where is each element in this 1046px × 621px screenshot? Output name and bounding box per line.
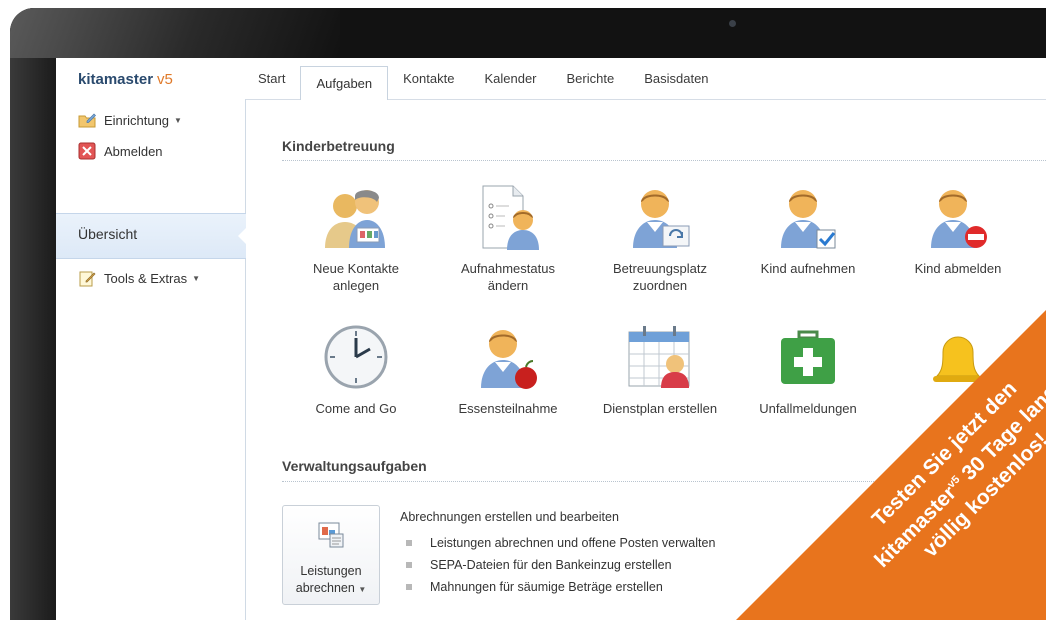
presentation-icon	[318, 522, 344, 548]
billing-task-list: Leistungen abrechnen und offene Posten v…	[400, 532, 715, 598]
chevron-down-icon: ▼	[358, 585, 367, 594]
sidebar-item-logout[interactable]: Abmelden	[78, 140, 163, 162]
sidebar: Einrichtung ▼ Abmelden Übersicht Tools & …	[56, 99, 247, 620]
tab-kontakte[interactable]: Kontakte	[388, 58, 469, 99]
tile-label: Essensteilnahme	[458, 401, 558, 416]
apple-icon	[481, 330, 537, 389]
list-item: Leistungen abrechnen und offene Posten v…	[400, 532, 715, 554]
sidebar-item-label: Abmelden	[104, 143, 163, 159]
assign-place-icon	[633, 190, 690, 248]
sidebar-item-label: Übersicht	[78, 226, 138, 242]
tile-meal-participation[interactable]: Essensteilnahme	[449, 322, 567, 417]
billing-heading: Abrechnungen erstellen und bearbeiten	[400, 510, 619, 524]
sidebar-item-label: Tools & Extras	[104, 270, 188, 286]
sidebar-item-setup[interactable]: Einrichtung ▼	[78, 109, 182, 131]
tile-label: Kind aufnehmen	[760, 261, 856, 276]
bezel-glare	[10, 8, 340, 58]
tile-label: Come and Go	[315, 401, 397, 416]
main-tabs: Start Aufgaben Kontakte Kalender Bericht…	[245, 58, 724, 108]
duty-roster-icon	[628, 326, 690, 388]
list-item: Mahnungen für säumige Beträge erstellen	[400, 576, 715, 598]
tile-deregister-child[interactable]: Kind abmelden	[899, 182, 1017, 277]
logout-icon	[78, 142, 96, 160]
contacts-group-icon	[325, 190, 385, 248]
top-bar: kitamaster v5 Start Aufgaben Kontakte Kal…	[56, 58, 1046, 108]
camera-icon	[729, 20, 736, 27]
bell-icon	[933, 336, 983, 382]
billing-button-label: abrechnen	[295, 581, 355, 595]
list-item: SEPA-Dateien für den Bankeinzug erstelle…	[400, 554, 715, 576]
child-admit-icon	[781, 190, 836, 249]
chevron-down-icon: ▼	[192, 273, 201, 283]
tile-label: Neue Kontakte	[312, 261, 399, 276]
tile-label: Unfallmeldungen	[759, 401, 857, 416]
status-list-icon	[482, 185, 539, 250]
tile-label: anlegen	[332, 278, 380, 293]
tab-basisdaten[interactable]: Basisdaten	[629, 58, 723, 99]
tab-berichte[interactable]: Berichte	[552, 58, 630, 99]
tile-label: Betreuungsplatz	[613, 261, 707, 276]
tile-new-contacts[interactable]: Neue Kontakte anlegen	[297, 182, 415, 294]
sidebar-item-overview[interactable]: Übersicht	[56, 213, 247, 259]
section-title-childcare: Kinderbetreuung	[282, 138, 395, 154]
tile-label: Aufnahmestatus	[461, 261, 555, 276]
sidebar-item-label: Einrichtung	[104, 112, 170, 128]
child-deregister-icon	[931, 190, 987, 248]
tab-start[interactable]: Start	[245, 58, 300, 99]
tile-label: ändern	[487, 278, 529, 293]
tab-kalender[interactable]: Kalender	[469, 58, 551, 99]
tile-label: Dienstplan erstellen	[602, 401, 718, 416]
chevron-down-icon: ▼	[174, 115, 182, 125]
tile-assign-place[interactable]: Betreuungsplatz zuordnen	[601, 182, 719, 294]
tile-label: Kind abmelden	[914, 261, 1002, 276]
clock-icon	[324, 325, 388, 389]
app-logo: kitamaster v5	[78, 71, 173, 88]
tile-admit-child[interactable]: Kind aufnehmen	[749, 182, 867, 277]
section-divider	[282, 160, 1046, 161]
folder-pencil-icon	[78, 111, 96, 129]
tile-duty-roster[interactable]: Dienstplan erstellen	[601, 322, 719, 417]
tile-accident-reports[interactable]: Unfallmeldungen	[749, 322, 867, 417]
tile-come-and-go[interactable]: Come and Go	[297, 322, 415, 417]
app-name: kitamaster	[78, 71, 154, 88]
billing-button-label: Leistungen	[300, 564, 362, 578]
notepad-pencil-icon	[78, 269, 96, 287]
tile-admission-status[interactable]: Aufnahmestatus ändern	[449, 182, 567, 294]
bezel-left-edge	[10, 8, 56, 620]
section-title-admin: Verwaltungsaufgaben	[282, 458, 427, 474]
app-version: v5	[157, 71, 173, 88]
tile-label: zuordnen	[632, 278, 688, 293]
sidebar-item-tools[interactable]: Tools & Extras ▼	[78, 267, 200, 289]
first-aid-icon	[781, 330, 835, 384]
billing-button[interactable]: Leistungen abrechnen ▼	[282, 505, 380, 605]
